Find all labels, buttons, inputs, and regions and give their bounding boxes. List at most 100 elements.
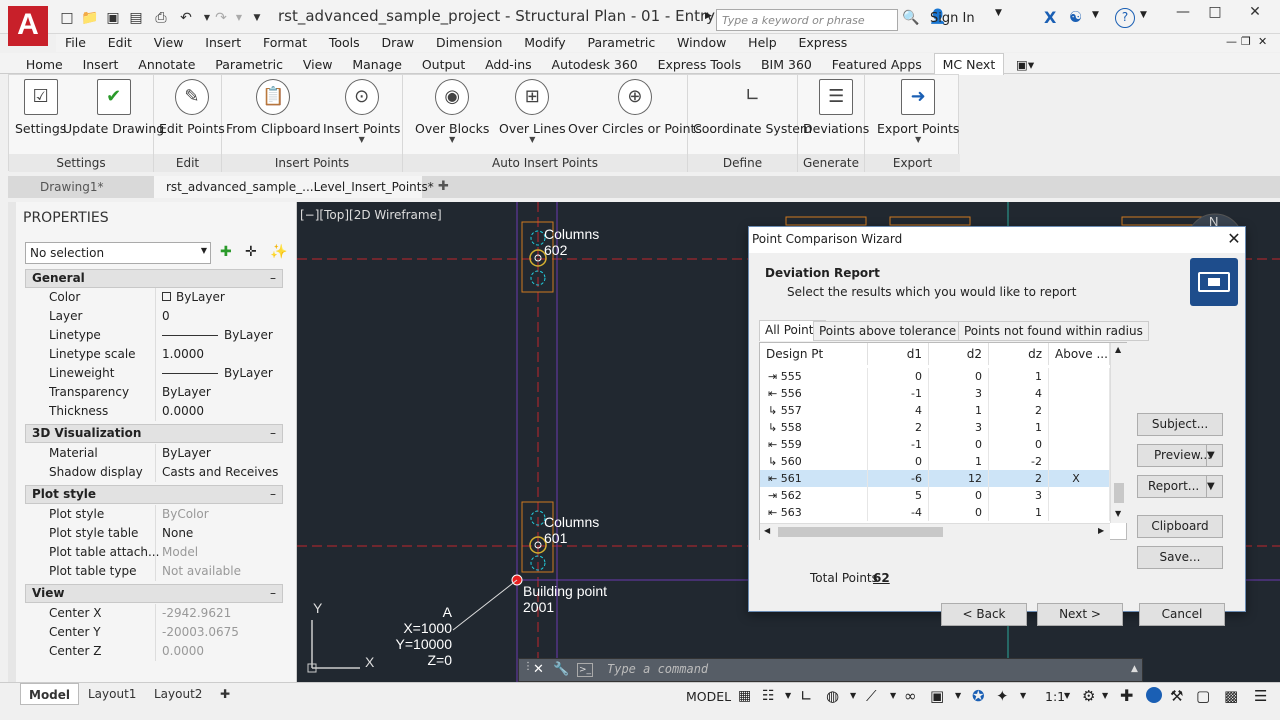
scroll-thumb[interactable] — [778, 527, 943, 537]
column-header-d1[interactable]: d1 — [868, 343, 929, 365]
print-icon[interactable]: ⎙ — [152, 8, 170, 28]
chevron-down-icon[interactable]: ▼ — [1064, 691, 1070, 700]
grid-icon[interactable]: ▦ — [738, 688, 751, 704]
prop-center-y[interactable]: Center Y -20003.0675 — [25, 623, 283, 642]
undo-icon[interactable]: ↶ — [177, 8, 195, 28]
insert-points-button[interactable]: ⊙ Insert Points ▼ — [323, 79, 400, 144]
back-button[interactable]: < Back — [941, 603, 1027, 626]
tab-add-ins[interactable]: Add-ins — [477, 54, 540, 75]
cmd-history-icon[interactable]: ▲ — [1131, 664, 1138, 674]
over-lines-button[interactable]: ⊞ Over Lines ▼ — [499, 79, 566, 144]
menu-window[interactable]: Window — [677, 34, 726, 52]
deviations-button[interactable]: ☰ Deviations — [803, 79, 869, 136]
doc-tab-active[interactable]: rst_advanced_sample_...Level_Insert_Poin… — [154, 176, 434, 216]
prop-layer[interactable]: Layer 0 — [25, 307, 283, 326]
selection-dropdown[interactable]: No selection ▼ — [25, 242, 211, 264]
menu-format[interactable]: Format — [263, 34, 307, 52]
chevron-down-icon[interactable]: ▼ — [1206, 476, 1222, 497]
tab-home[interactable]: Home — [18, 54, 71, 75]
a360-dropdown-icon[interactable]: ▼ — [1092, 10, 1099, 20]
wrench-icon[interactable]: 🔧 — [553, 662, 569, 677]
tab-annotate[interactable]: Annotate — [130, 54, 203, 75]
menu-express[interactable]: Express — [799, 34, 848, 52]
doc-restore-icon[interactable]: ❐ — [1241, 35, 1251, 48]
customize-qat-icon[interactable]: ▼ — [248, 8, 266, 28]
prop-transparency[interactable]: Transparency ByLayer — [25, 383, 283, 402]
column-header-above[interactable]: Above ... — [1049, 343, 1110, 365]
next-button[interactable]: Next > — [1037, 603, 1123, 626]
menu-edit[interactable]: Edit — [108, 34, 132, 52]
prop-plot-table-type[interactable]: Plot table type Not available — [25, 562, 283, 581]
quick-select-icon[interactable]: ✨ — [270, 244, 287, 260]
vertical-scrollbar[interactable]: ▲ ▼ — [1110, 343, 1127, 523]
search-expand-icon[interactable]: ▶ — [705, 11, 712, 21]
menu-tools[interactable]: Tools — [329, 34, 360, 52]
tab-insert[interactable]: Insert — [75, 54, 127, 75]
prop-center-x[interactable]: Center X -2942.9621 — [25, 604, 283, 623]
hardware-acceleration-icon[interactable]: ⚒ — [1170, 687, 1183, 705]
prop-shadow-display[interactable]: Shadow displayCasts and Receives S... — [25, 463, 283, 482]
object-snap-tracking-icon[interactable]: ∞ — [904, 687, 917, 705]
section-3d-visualization[interactable]: 3D Visualization – — [25, 424, 283, 443]
layout-tab-layout1[interactable]: Layout1 — [80, 683, 144, 705]
help-dropdown-icon[interactable]: ▼ — [1140, 10, 1147, 20]
section-plot-style[interactable]: Plot style – — [25, 485, 283, 504]
doc-minimize-icon[interactable]: — — [1226, 35, 1237, 48]
edit-points-button[interactable]: ✎ Edit Points — [159, 79, 225, 136]
prop-plot-table-attach[interactable]: Plot table attach... Model — [25, 543, 283, 562]
tab-bim-360[interactable]: BIM 360 — [753, 54, 820, 75]
toggle-pickadd-icon[interactable]: ✚ — [220, 244, 232, 260]
exchange-apps-icon[interactable]: X — [1044, 8, 1056, 27]
table-row[interactable]: ⇥ 555 0 0 1 — [760, 368, 1110, 385]
prop-material[interactable]: Material ByLayer — [25, 444, 283, 463]
column-header-design-pt[interactable]: Design Pt — [760, 343, 868, 365]
osnap-icon[interactable]: ▣ — [930, 687, 944, 705]
tab-parametric[interactable]: Parametric — [207, 54, 291, 75]
search-input[interactable]: Type a keyword or phrase — [716, 9, 898, 31]
export-points-button[interactable]: ➜ Export Points ▼ — [877, 79, 959, 144]
prop-plot-style-table[interactable]: Plot style table None — [25, 524, 283, 543]
chevron-down-icon[interactable]: ▼ — [955, 691, 961, 700]
settings-button[interactable]: ☑ Settings — [15, 79, 66, 136]
tab-manage[interactable]: Manage — [344, 54, 410, 75]
redo-icon[interactable]: ↷ — [212, 8, 230, 28]
deviation-grid[interactable]: Design Pt d1 d2 dz Above ... ⇥ 555 0 0 1… — [759, 342, 1127, 540]
workspace-gear-icon[interactable]: ⚙ — [1082, 687, 1095, 705]
scroll-right-icon[interactable]: ▶ — [1098, 526, 1104, 535]
section-general[interactable]: General – — [25, 269, 283, 288]
menu-draw[interactable]: Draw — [382, 34, 415, 52]
annotation-visibility-icon[interactable]: ✪ — [972, 687, 985, 705]
save-icon[interactable]: ▣ — [104, 8, 122, 28]
model-space-toggle[interactable]: MODEL — [686, 689, 731, 704]
chevron-down-icon[interactable]: ▼ — [850, 691, 856, 700]
update-drawing-button[interactable]: ✔ Update Drawing — [63, 79, 164, 136]
cancel-button[interactable]: Cancel — [1139, 603, 1225, 626]
viewport-controls[interactable]: [−][Top][2D Wireframe] — [300, 208, 442, 222]
menu-insert[interactable]: Insert — [205, 34, 241, 52]
sign-in-button[interactable]: Sign In — [930, 11, 975, 26]
maximize-icon[interactable]: □ — [1200, 4, 1230, 24]
preview-button[interactable]: Preview... ▼ — [1137, 444, 1223, 467]
section-view[interactable]: View – — [25, 584, 283, 603]
tab-express-tools[interactable]: Express Tools — [650, 54, 750, 75]
prop-linetype-scale[interactable]: Linetype scale 1.0000 — [25, 345, 283, 364]
binoculars-icon[interactable]: 🔍 — [902, 10, 919, 26]
table-row[interactable]: ⇥ 562 5 0 3 — [760, 487, 1110, 504]
tab-output[interactable]: Output — [414, 54, 473, 75]
menu-view[interactable]: View — [154, 34, 184, 52]
help-icon[interactable]: ? — [1115, 8, 1135, 28]
prop-center-z[interactable]: Center Z 0.0000 — [25, 642, 283, 661]
tab-points-not-found[interactable]: Points not found within radius — [958, 321, 1149, 341]
menu-parametric[interactable]: Parametric — [588, 34, 656, 52]
menu-modify[interactable]: Modify — [524, 34, 565, 52]
select-objects-icon[interactable]: ✛ — [245, 244, 257, 260]
close-window-icon[interactable]: ✕ — [1240, 4, 1270, 24]
autocad-logo[interactable]: A — [8, 6, 48, 46]
table-row[interactable]: ⇤ 559 -1 0 0 — [760, 436, 1110, 453]
annotation-scale[interactable]: 1:1 — [1045, 689, 1065, 704]
new-tab-icon[interactable]: ✚ — [426, 176, 461, 198]
scroll-thumb[interactable] — [1114, 483, 1124, 503]
scroll-up-icon[interactable]: ▲ — [1115, 345, 1121, 354]
table-row[interactable]: ↳ 560 0 1 -2 — [760, 453, 1110, 470]
recent-commands-icon[interactable]: >_ — [577, 663, 593, 677]
